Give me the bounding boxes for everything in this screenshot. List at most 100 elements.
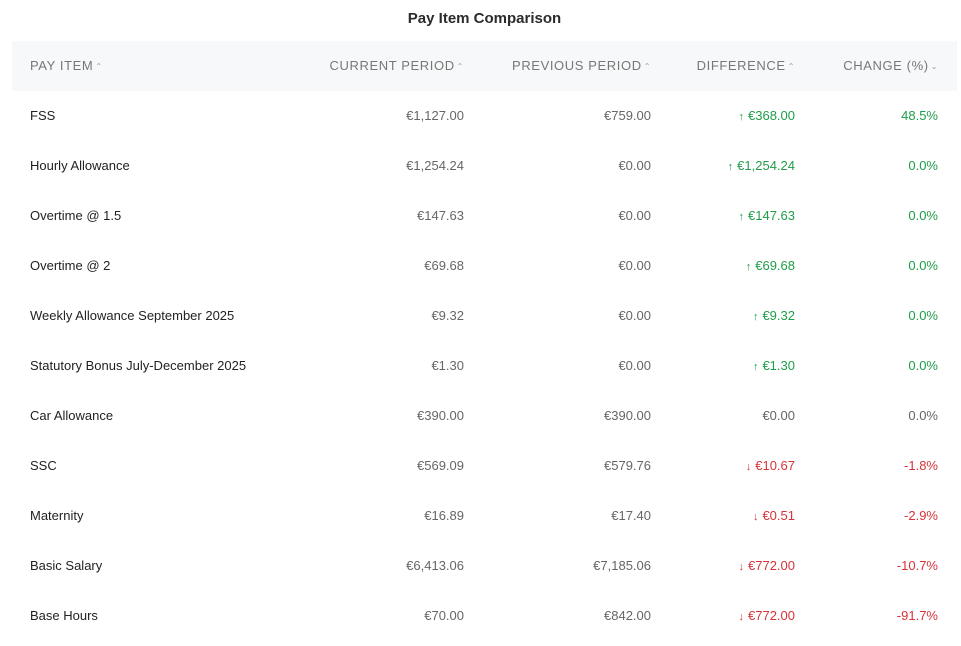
arrow-up-icon: ↑	[727, 161, 734, 173]
column-header-change[interactable]: CHANGE (%) ⌄	[843, 41, 938, 91]
difference-amount: €0.00	[762, 408, 795, 423]
table-row: SSC €569.09 €579.76 ↓ €10.67 -1.8%	[12, 441, 957, 491]
difference-value: ↑ €368.00	[739, 91, 796, 141]
table-row: Weekly Allowance September 2025 €9.32 €0.0…	[12, 291, 957, 341]
current-period-value: €70.00	[424, 608, 464, 623]
previous-period-value: €7,185.06	[593, 558, 651, 573]
table-row: Hourly Allowance €1,254.24 €0.00 ↑ €1,254.24…	[12, 141, 957, 191]
page-title: Pay Item Comparison	[407, 10, 562, 27]
difference-amount: €772.00	[748, 558, 795, 573]
difference-amount: €368.00	[748, 108, 795, 123]
column-header-current-period[interactable]: CURRENT PERIOD ⌃	[330, 41, 464, 91]
current-period-value: €6,413.06	[406, 558, 464, 573]
current-period-value: €1.30	[431, 358, 464, 373]
pay-item-name: Overtime @ 1.5	[30, 208, 122, 223]
difference-value: ↓ €10.67	[746, 441, 795, 491]
change-percent-value: -1.8%	[904, 458, 938, 473]
difference-amount: €1.30	[762, 358, 795, 373]
column-header-label: CHANGE (%)	[843, 58, 929, 73]
pay-item-name: Hourly Allowance	[30, 158, 130, 173]
change-percent-value: 0.0%	[908, 408, 938, 423]
difference-amount: €772.00	[748, 608, 795, 623]
table-row: Maternity €16.89 €17.40 ↓ €0.51 -2.9%	[12, 491, 957, 541]
pay-item-comparison-table: PAY ITEM ⌃ CURRENT PERIOD ⌃ PREVIOUS PERIO…	[12, 41, 957, 641]
difference-value: ↑ €1,254.24	[728, 141, 795, 191]
table-body: FSS €1,127.00 €759.00 ↑ €368.00 48.5% Hourly A…	[12, 91, 957, 641]
difference-value: ↓ €772.00	[739, 541, 796, 591]
difference-value: ↓ €772.00	[739, 591, 796, 641]
pay-item-name: Weekly Allowance September 2025	[30, 308, 235, 323]
previous-period-value: €579.76	[604, 458, 651, 473]
difference-value: ↑ €9.32	[753, 291, 795, 341]
difference-amount: €1,254.24	[737, 158, 795, 173]
pay-item-name: Maternity	[30, 508, 84, 523]
column-header-label: PAY ITEM	[30, 58, 94, 73]
difference-amount: €69.68	[755, 258, 795, 273]
current-period-value: €16.89	[424, 508, 464, 523]
change-percent-value: -2.9%	[904, 508, 938, 523]
pay-item-name: Statutory Bonus July-December 2025	[30, 358, 247, 373]
table-row: Overtime @ 2 €69.68 €0.00 ↑ €69.68 0.0%	[12, 241, 957, 291]
difference-amount: €147.63	[748, 208, 795, 223]
previous-period-value: €842.00	[604, 608, 651, 623]
previous-period-value: €17.40	[611, 508, 651, 523]
table-row: Base Hours €70.00 €842.00 ↓ €772.00 -91.7%	[12, 591, 957, 641]
difference-value: ↓ €0.51	[753, 491, 795, 541]
table-row: Basic Salary €6,413.06 €7,185.06 ↓ €772.00 -1…	[12, 541, 957, 591]
table-row: Statutory Bonus July-December 2025 €1.30 €…	[12, 341, 957, 391]
table-row: Overtime @ 1.5 €147.63 €0.00 ↑ €147.63 0.0%	[12, 191, 957, 241]
column-header-label: DIFFERENCE	[696, 58, 786, 73]
arrow-up-icon: ↑	[738, 211, 745, 223]
previous-period-value: €0.00	[618, 308, 651, 323]
difference-value: ↑ €147.63	[739, 191, 796, 241]
change-percent-value: 0.0%	[908, 308, 938, 323]
arrow-down-icon: ↓	[752, 511, 759, 523]
arrow-up-icon: ↑	[745, 261, 752, 273]
pay-item-name: Base Hours	[30, 608, 98, 623]
column-header-label: PREVIOUS PERIOD	[512, 58, 642, 73]
previous-period-value: €0.00	[618, 358, 651, 373]
arrow-up-icon: ↑	[752, 311, 759, 323]
column-header-pay-item[interactable]: PAY ITEM ⌃	[30, 41, 103, 91]
sort-down-icon: ⌄	[930, 62, 938, 71]
arrow-down-icon: ↓	[738, 611, 745, 623]
table-row: Car Allowance €390.00 €390.00 €0.00 0.0%	[12, 391, 957, 441]
column-header-previous-period[interactable]: PREVIOUS PERIOD ⌃	[512, 41, 651, 91]
current-period-value: €147.63	[417, 208, 464, 223]
arrow-down-icon: ↓	[745, 461, 752, 473]
difference-value: ↑ €69.68	[746, 241, 795, 291]
column-header-difference[interactable]: DIFFERENCE ⌃	[697, 41, 795, 91]
sort-up-icon: ⌃	[95, 62, 103, 71]
change-percent-value: 0.0%	[908, 158, 938, 173]
arrow-down-icon: ↓	[738, 561, 745, 573]
pay-item-name: Basic Salary	[30, 558, 103, 573]
change-percent-value: 48.5%	[901, 108, 938, 123]
previous-period-value: €0.00	[618, 158, 651, 173]
table-header-row: PAY ITEM ⌃ CURRENT PERIOD ⌃ PREVIOUS PERIO…	[12, 41, 957, 91]
current-period-value: €1,254.24	[406, 158, 464, 173]
arrow-up-icon: ↑	[738, 111, 745, 123]
previous-period-value: €0.00	[618, 258, 651, 273]
sort-up-icon: ⌃	[787, 62, 795, 71]
difference-amount: €9.32	[762, 308, 795, 323]
table-row: FSS €1,127.00 €759.00 ↑ €368.00 48.5%	[12, 91, 957, 141]
sort-up-icon: ⌃	[643, 62, 651, 71]
arrow-up-icon: ↑	[752, 361, 759, 373]
previous-period-value: €0.00	[618, 208, 651, 223]
current-period-value: €9.32	[431, 308, 464, 323]
current-period-value: €69.68	[424, 258, 464, 273]
difference-amount: €0.51	[762, 508, 795, 523]
pay-item-name: Overtime @ 2	[30, 258, 111, 273]
pay-item-name: SSC	[30, 458, 57, 473]
change-percent-value: 0.0%	[908, 358, 938, 373]
pay-item-name: FSS	[30, 108, 56, 123]
pay-item-name: Car Allowance	[30, 408, 114, 423]
previous-period-value: €759.00	[604, 108, 651, 123]
current-period-value: €1,127.00	[406, 108, 464, 123]
previous-period-value: €390.00	[604, 408, 651, 423]
sort-up-icon: ⌃	[456, 62, 464, 71]
change-percent-value: -91.7%	[896, 608, 938, 623]
difference-value: ↑ €1.30	[753, 341, 795, 391]
current-period-value: €569.09	[417, 458, 464, 473]
change-percent-value: -10.7%	[896, 558, 938, 573]
